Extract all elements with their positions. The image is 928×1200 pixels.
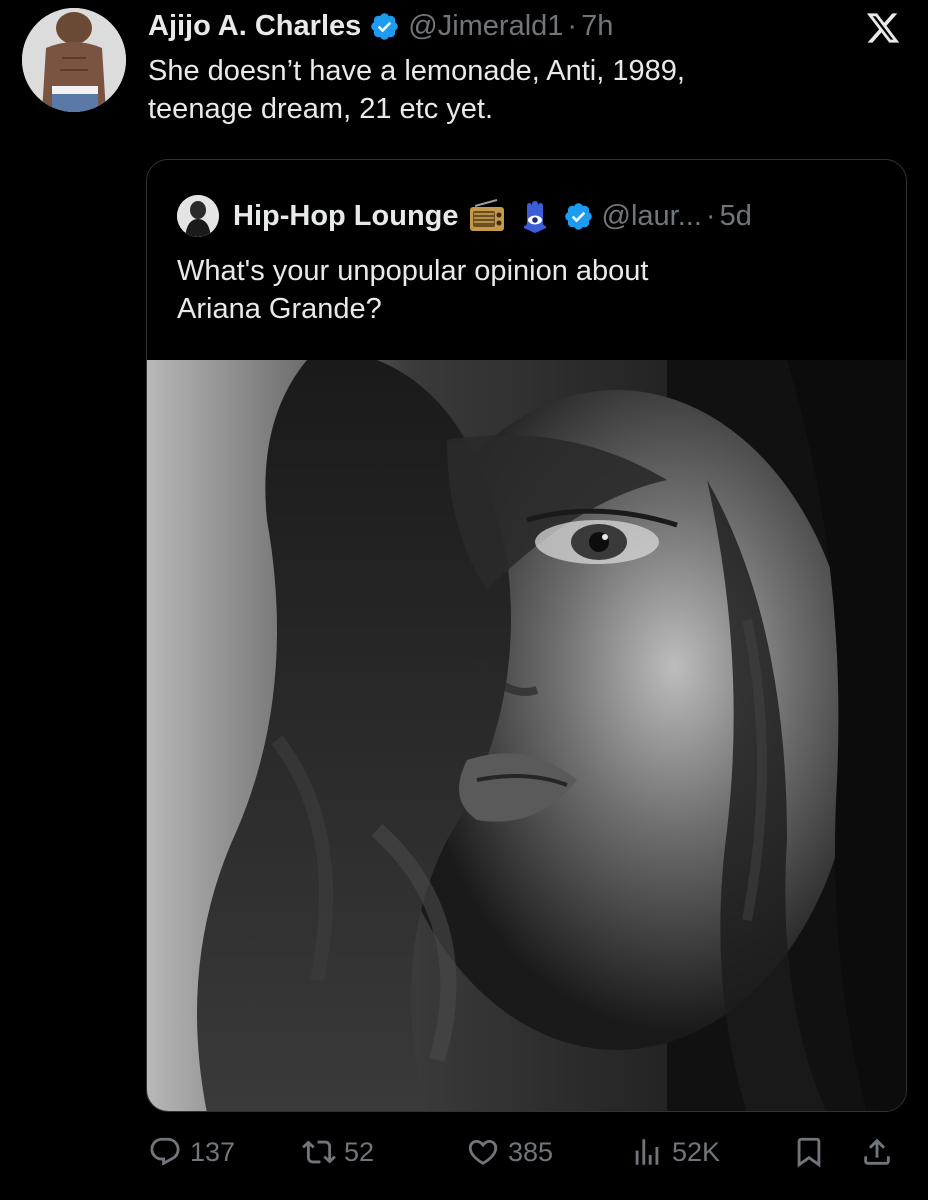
tweet: Ajijo A. Charles @Jimerald1 · 7h She doe…	[0, 0, 928, 1200]
author-handle[interactable]: @Jimerald1	[408, 10, 563, 43]
share-icon	[864, 1138, 890, 1165]
tweet-text-line: teenage dream, 21 etc yet.	[148, 93, 493, 125]
views-count: 52K	[672, 1136, 721, 1167]
tweet-actions: 137 52 385 52K	[148, 1126, 908, 1178]
quoted-tweet-text: What's your unpopular opinion about Aria…	[177, 252, 867, 328]
x-logo-icon[interactable]	[864, 10, 902, 46]
heart-icon	[468, 1139, 498, 1165]
quoted-tweet-header: Hip-Hop Lounge @laur... · 5d	[177, 194, 752, 238]
tweet-text-line: She doesn’t have a lemonade, Anti, 1989,	[148, 55, 685, 87]
reply-icon	[150, 1137, 180, 1166]
tweet-header: Ajijo A. Charles @Jimerald1 · 7h	[148, 6, 613, 46]
quoted-tweet[interactable]: Hip-Hop Lounge @laur... · 5d What's your…	[146, 159, 907, 1112]
quoted-author-avatar[interactable]	[177, 195, 219, 237]
repost-button[interactable]: 52	[302, 1126, 374, 1178]
quoted-author-handle[interactable]: @laur...	[602, 200, 702, 233]
reply-button[interactable]: 137	[148, 1126, 235, 1178]
separator-dot: ·	[567, 9, 578, 42]
quoted-tweet-photo[interactable]	[147, 360, 906, 1111]
bookmark-icon	[797, 1137, 821, 1168]
views-icon	[635, 1139, 659, 1165]
repost-icon	[302, 1140, 336, 1164]
separator-dot: ·	[705, 199, 716, 232]
quoted-tweet-time[interactable]: 5d	[720, 200, 752, 233]
author-name[interactable]: Ajijo A. Charles	[148, 10, 361, 43]
share-button[interactable]	[860, 1126, 894, 1178]
views-button[interactable]: 52K	[630, 1126, 720, 1178]
quoted-text-line: Ariana Grande?	[177, 293, 382, 325]
tweet-text: She doesn’t have a lemonade, Anti, 1989,…	[148, 52, 868, 128]
radio-emoji-icon	[467, 196, 507, 236]
tweet-time[interactable]: 7h	[581, 10, 613, 43]
quoted-author-name[interactable]: Hip-Hop Lounge	[233, 200, 459, 233]
reply-count: 137	[190, 1136, 236, 1167]
bookmark-button[interactable]	[792, 1126, 826, 1178]
verified-badge-icon	[563, 201, 594, 232]
author-avatar[interactable]	[22, 8, 126, 112]
repost-count: 52	[344, 1136, 375, 1167]
verified-badge-icon	[369, 11, 400, 42]
like-button[interactable]: 385	[466, 1126, 553, 1178]
quoted-text-line: What's your unpopular opinion about	[177, 255, 649, 287]
like-count: 385	[508, 1136, 554, 1167]
hamsa-emoji-icon	[515, 196, 555, 236]
